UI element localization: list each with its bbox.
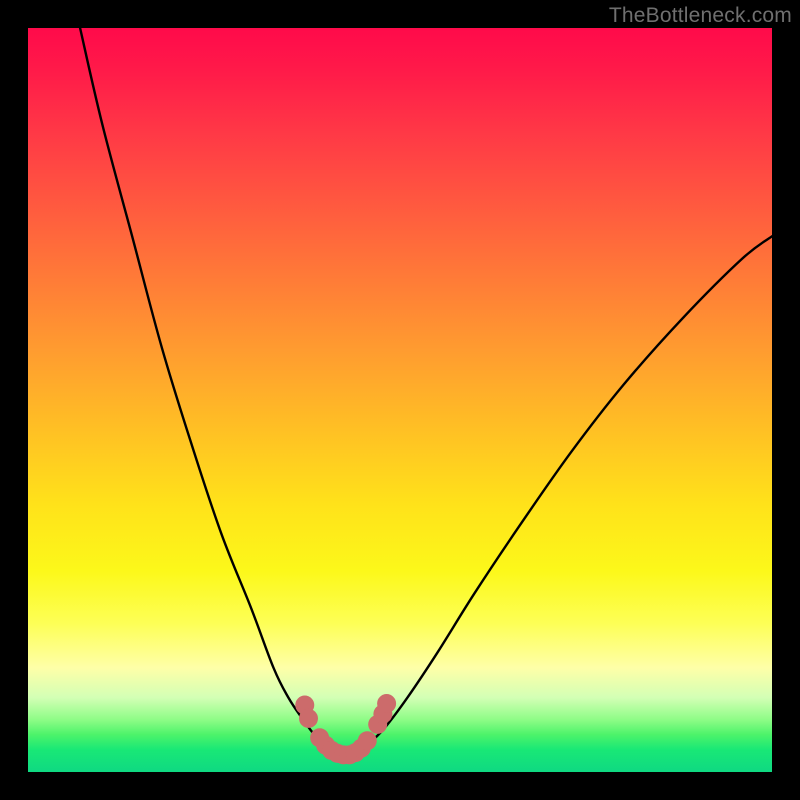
watermark-text: TheBottleneck.com (609, 4, 792, 28)
line-layer (80, 28, 772, 756)
series-curve-right (355, 236, 772, 753)
chart-frame: TheBottleneck.com (0, 0, 800, 800)
highlight-dot (377, 694, 396, 713)
highlight-dot (358, 731, 377, 750)
highlight-dot (299, 709, 318, 728)
series-curve-left (80, 28, 337, 753)
plot-area (28, 28, 772, 772)
chart-svg (28, 28, 772, 772)
